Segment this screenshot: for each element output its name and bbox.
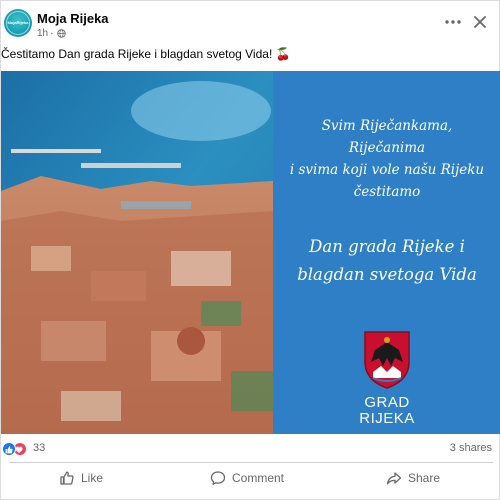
reaction-count[interactable]: 33 — [33, 442, 45, 454]
globe-icon — [57, 29, 67, 38]
coat-of-arms-logo — [364, 331, 410, 389]
like-label: Like — [81, 471, 104, 485]
post-time[interactable]: 1h — [37, 28, 48, 39]
title-line: blagdan svetoga Vida — [297, 265, 477, 284]
share-button[interactable]: Share — [386, 464, 440, 492]
greeting-text: Svim Riječankama, Riječanima i svima koj… — [273, 115, 500, 203]
avatar-logo-text: MojaRijeka — [7, 20, 29, 25]
post-header: MojaRijeka Moja Rijeka 1h · — [1, 1, 500, 43]
page-name[interactable]: Moja Rijeka — [37, 11, 109, 26]
comment-button[interactable]: Comment — [210, 464, 284, 492]
like-icon[interactable] — [2, 442, 16, 456]
post-meta: 1h · — [37, 28, 67, 39]
meta-separator: · — [50, 28, 54, 39]
occasion-title: Dan grada Rijeke i blagdan svetoga Vida — [273, 233, 500, 289]
logo-line: GRAD — [364, 394, 410, 411]
share-label: Share — [408, 471, 441, 485]
page-avatar[interactable]: MojaRijeka — [4, 9, 32, 37]
more-icon[interactable] — [444, 15, 462, 29]
title-line: Dan grada Rijeke i — [309, 237, 465, 256]
greeting-line: čestitamo — [353, 184, 421, 200]
post-image[interactable]: Svim Riječankama, Riječanima i svima koj… — [1, 71, 500, 434]
greeting-panel: Svim Riječankama, Riječanima i svima koj… — [273, 71, 500, 434]
aerial-city-photo — [1, 71, 273, 434]
comment-label: Comment — [232, 471, 285, 485]
share-icon — [386, 472, 402, 485]
reactions-bar: 33 3 shares — [1, 441, 500, 457]
facebook-post: MojaRijeka Moja Rijeka 1h · Čestitamo Da… — [0, 0, 500, 500]
greeting-line: i svima koji vole našu Rijeku — [289, 162, 485, 178]
close-icon[interactable] — [472, 14, 488, 30]
divider — [9, 462, 493, 463]
greeting-line: Svim Riječankama, — [321, 118, 453, 134]
action-bar: Like Comment Share — [1, 464, 500, 492]
thumbs-up-icon — [60, 471, 74, 485]
post-text: Čestitamo Dan grada Rijeke i blagdan sve… — [1, 47, 291, 61]
comment-icon — [210, 471, 226, 485]
like-button[interactable]: Like — [59, 464, 103, 492]
greeting-line: Riječanima — [348, 140, 426, 156]
share-count[interactable]: 3 shares — [450, 442, 492, 454]
logo-line: RIJEKA — [359, 410, 415, 427]
city-logo-label: GRAD RIJEKA — [273, 395, 500, 427]
